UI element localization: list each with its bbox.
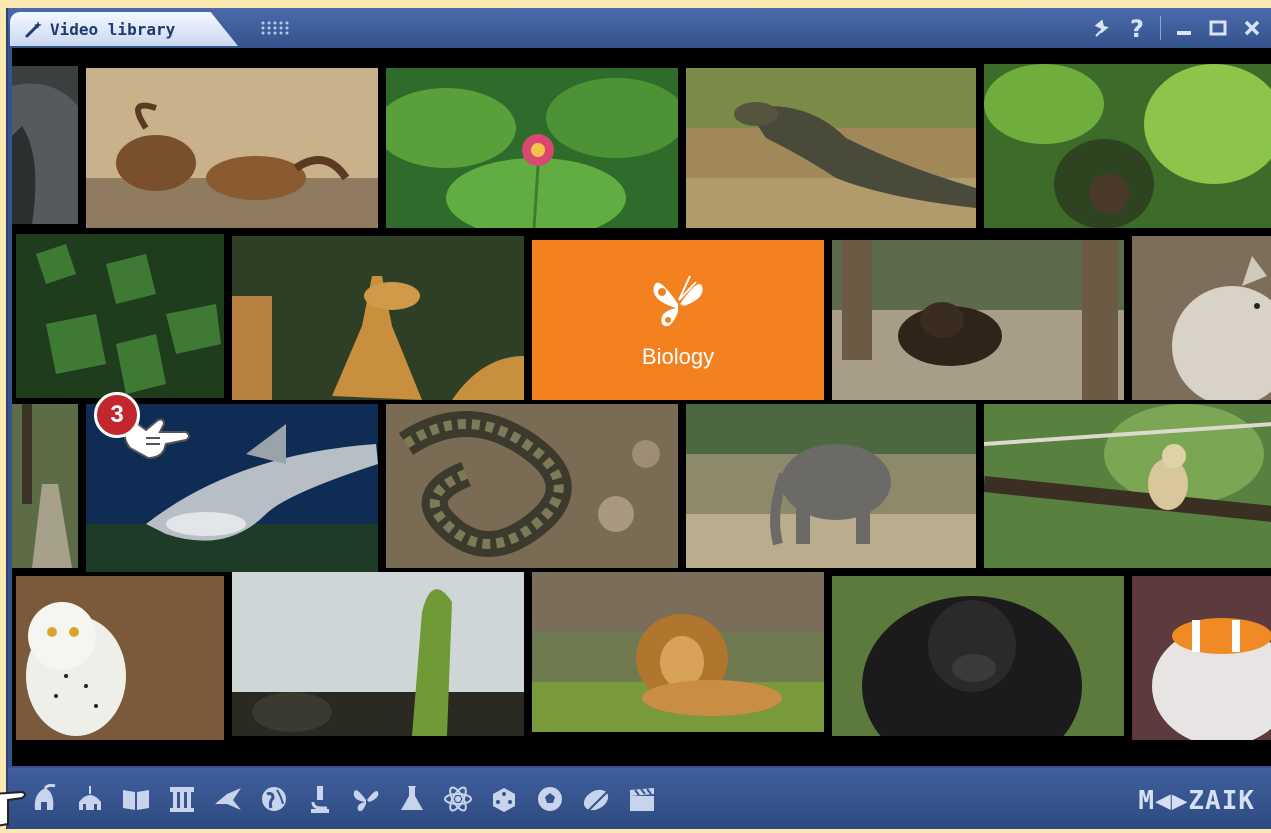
category-label: Biology (641, 344, 715, 369)
help-icon[interactable]: ? (1122, 13, 1152, 43)
video-wall: Biology 3 (12, 48, 1271, 766)
grip-icon[interactable] (260, 20, 290, 36)
category-icon-bar (26, 781, 660, 817)
wand-icon (24, 19, 44, 39)
video-tile-komodo-dragon[interactable] (686, 68, 976, 228)
video-tile-giraffe[interactable] (232, 236, 524, 400)
video-tile-clownfish[interactable] (1132, 576, 1271, 740)
bottom-toolbar: M◀▶ZAIK (8, 768, 1271, 829)
video-tile-gorilla[interactable] (832, 576, 1124, 736)
svg-text:?: ? (1130, 15, 1144, 41)
column-icon[interactable] (164, 781, 200, 817)
video-tile-wolf[interactable] (1132, 236, 1271, 400)
football-icon[interactable] (532, 781, 568, 817)
video-tile-lotus[interactable] (386, 68, 678, 228)
atom-icon[interactable] (440, 781, 476, 817)
video-library-window: Video library ? Biology 3 M◀▶ZAIK (6, 8, 1271, 829)
video-tile-elephant[interactable] (686, 404, 976, 568)
clapperboard-icon[interactable] (624, 781, 660, 817)
video-tile-plant-sprout[interactable] (232, 572, 524, 736)
video-tile-ivy[interactable] (16, 234, 224, 398)
close-icon[interactable] (1237, 13, 1267, 43)
video-tile-ibex[interactable] (86, 68, 378, 228)
video-tile-bison[interactable] (832, 240, 1124, 400)
title-bar: Video library ? (8, 8, 1271, 48)
mozaik-logo: M◀▶ZAIK (1138, 786, 1255, 816)
minimize-icon[interactable] (1169, 13, 1199, 43)
book-icon[interactable] (118, 781, 154, 817)
video-tile-forest-path[interactable] (12, 404, 78, 568)
maximize-icon[interactable] (1203, 13, 1233, 43)
pointing-hand-icon (0, 774, 36, 833)
video-tile-snake[interactable] (386, 404, 678, 568)
butterfly-icon[interactable] (348, 781, 384, 817)
dice-icon[interactable] (486, 781, 522, 817)
video-tile-lion[interactable] (532, 572, 824, 732)
video-tile-gibbon[interactable] (984, 404, 1271, 568)
pin-icon[interactable] (1088, 13, 1118, 43)
flask-icon[interactable] (394, 781, 430, 817)
globe-icon[interactable] (256, 781, 292, 817)
separator (1160, 16, 1161, 40)
window-controls: ? (1088, 12, 1267, 44)
dome-icon[interactable] (72, 781, 108, 817)
tab-video-library[interactable]: Video library (10, 12, 238, 46)
origami-icon[interactable] (210, 781, 246, 817)
category-tile-biology[interactable]: Biology (532, 240, 824, 400)
butterfly-icon (648, 270, 708, 332)
video-tile-ghillie-soldier[interactable] (984, 64, 1271, 228)
step-badge: 3 (94, 392, 140, 438)
video-tile-snowy-owl[interactable] (16, 576, 224, 740)
tab-title: Video library (50, 19, 176, 39)
mouse-icon[interactable] (578, 781, 614, 817)
microscope-icon[interactable] (302, 781, 338, 817)
video-tile-rock[interactable] (12, 66, 78, 224)
